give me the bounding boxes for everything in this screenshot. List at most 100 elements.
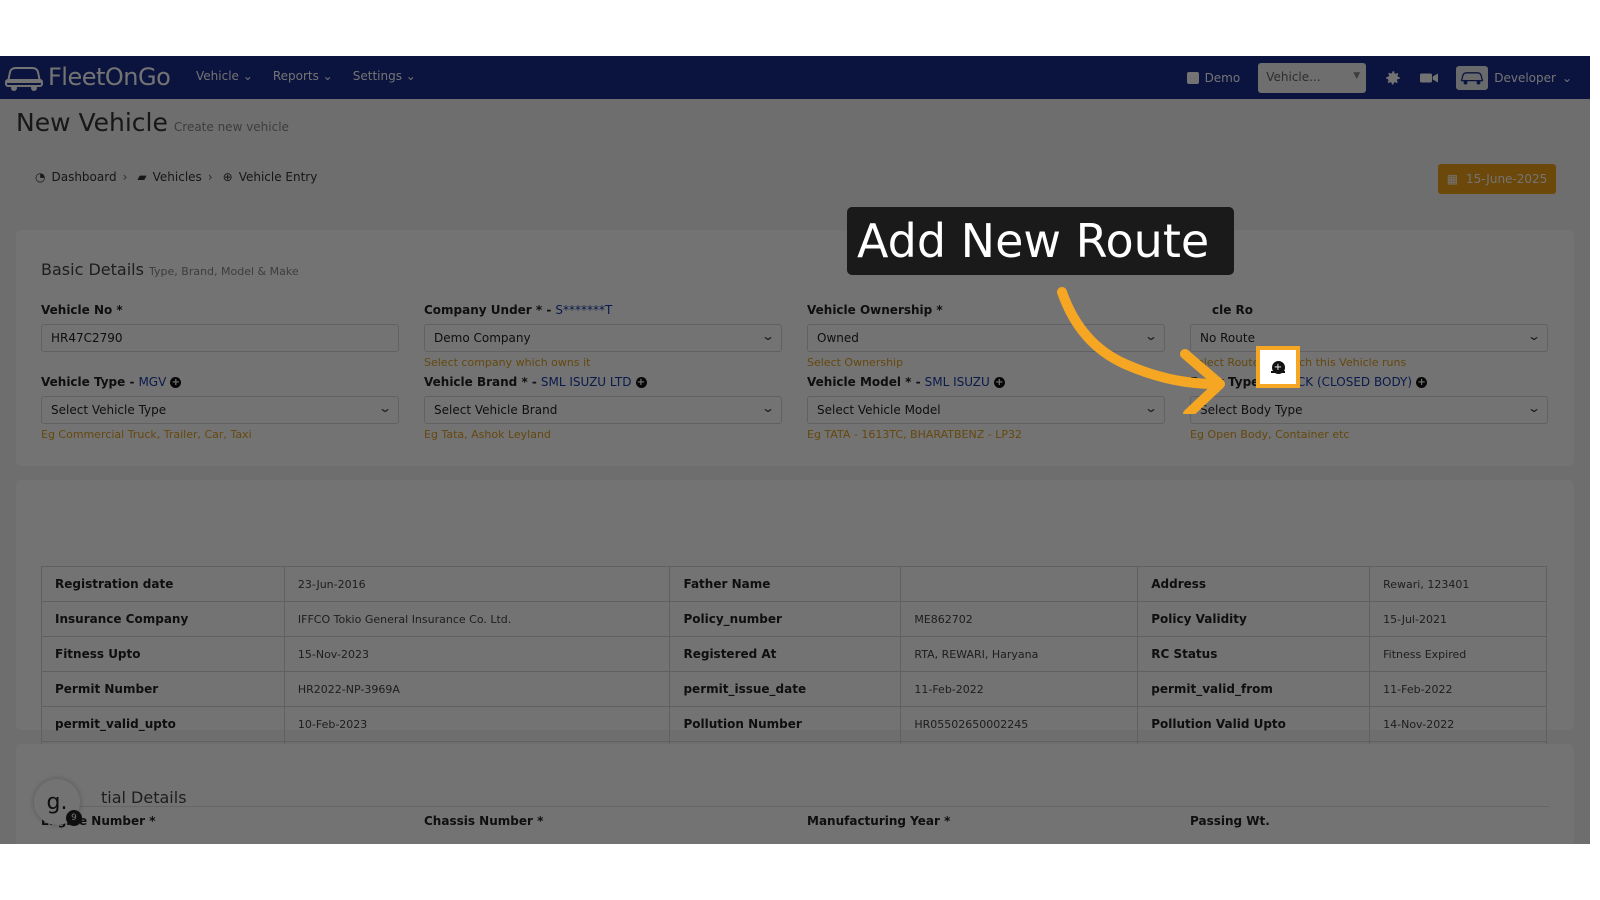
table-value-cell: 15-Nov-2023	[283, 636, 671, 672]
page-title: New Vehicle Create new vehicle	[16, 108, 289, 137]
route-value: No Route	[1200, 331, 1255, 345]
add-vehicle-type-icon[interactable]: +	[170, 376, 182, 388]
table-value-cell: 11-Feb-2022	[1369, 671, 1547, 707]
chevron-down-icon: ⌄	[377, 401, 393, 415]
body-type-hint: Eg Open Body, Container etc	[1190, 428, 1350, 441]
breadcrumb-dashboard[interactable]: Dashboard	[51, 170, 116, 184]
passing-weight-label: Passing Wt.	[1190, 814, 1270, 828]
menu-vehicle[interactable]: Vehicle ⌄	[196, 69, 253, 83]
brand-name: FleetOnGo	[48, 63, 171, 91]
demo-toggle[interactable]: Demo	[1186, 71, 1240, 85]
chevron-down-icon: ⌄	[1143, 401, 1159, 415]
registration-info-card: Registration date 23-Jun-2016 Father Name A…	[16, 480, 1574, 777]
table-key-cell: permit_valid_upto	[41, 706, 285, 742]
table-key-cell: Registered At	[669, 636, 902, 672]
table-value-cell: Fitness Expired	[1369, 636, 1547, 672]
truck-avatar-icon	[1460, 72, 1484, 85]
company-label: Company Under * -	[424, 303, 552, 317]
table-value-cell: Rewari, 123401	[1369, 566, 1547, 602]
vehicle-select-value: Vehicle...	[1266, 70, 1321, 84]
table-key-cell: Policy_number	[669, 601, 902, 637]
table-key-cell: Registration date	[41, 566, 285, 602]
table-value-cell	[900, 566, 1139, 602]
table-key-cell: permit_valid_from	[1137, 671, 1371, 707]
company-field: Company Under * - S*******T Demo Company…	[424, 302, 782, 369]
guide-widget-logo: g.	[46, 789, 68, 815]
vehicle-no-value: HR47C2790	[51, 331, 123, 345]
breadcrumb-vehicles[interactable]: Vehicles	[153, 170, 202, 184]
table-value-cell: ME862702	[900, 601, 1139, 637]
table-row: Registration date 23-Jun-2016 Father Name A…	[41, 566, 1547, 602]
company-select[interactable]: Demo Company ⌄	[424, 324, 782, 352]
vehicle-type-value: Select Vehicle Type	[51, 403, 167, 417]
table-key-cell: permit_issue_date	[669, 671, 902, 707]
vehicle-type-select[interactable]: Select Vehicle Type ⌄	[41, 396, 399, 424]
menu-settings-label: Settings	[352, 69, 402, 83]
page-subtitle: Create new vehicle	[173, 120, 289, 134]
route-field: cle Ro No Route ⌄ Select Route on which t…	[1190, 302, 1548, 369]
menu-vehicle-label: Vehicle	[196, 69, 239, 83]
route-hint: Select Route on which this Vehicle runs	[1190, 356, 1407, 369]
add-body-type-icon[interactable]: +	[1416, 376, 1428, 388]
table-key-cell: Address	[1137, 566, 1371, 602]
section-title: Basic Details Type, Brand, Model & Make	[41, 260, 299, 279]
chevron-down-icon: ⌄	[760, 401, 776, 415]
ownership-label: Vehicle Ownership *	[807, 303, 943, 317]
company-hint: Select company which owns it	[424, 356, 591, 369]
brand-value: Select Vehicle Brand	[434, 403, 558, 417]
menu-reports-label: Reports	[272, 69, 319, 83]
top-navbar: FleetOnGo Vehicle ⌄ Reports ⌄ Settings ⌄…	[0, 56, 1590, 99]
menu-reports[interactable]: Reports ⌄	[273, 69, 333, 83]
plus-circle-icon: ⊕	[222, 170, 233, 184]
breadcrumb: ◔ Dashboard › ▰ Vehicles › ⊕ Vehicle Ent…	[35, 170, 317, 184]
table-key-cell: Policy Validity	[1137, 601, 1371, 637]
gear-icon[interactable]	[1384, 69, 1402, 87]
user-menu[interactable]: Developer ⌄	[1456, 66, 1572, 90]
video-camera-icon[interactable]	[1420, 71, 1439, 85]
add-brand-icon[interactable]: +	[635, 376, 647, 388]
chevron-down-icon: ⌄	[760, 329, 776, 343]
brand-logo[interactable]: FleetOnGo	[4, 62, 171, 92]
date-picker-button[interactable]: ▦ 15-June-2025	[1438, 164, 1556, 194]
app-frame: FleetOnGo Vehicle ⌄ Reports ⌄ Settings ⌄…	[0, 56, 1590, 844]
underline-mark	[1271, 371, 1285, 373]
menu-settings[interactable]: Settings ⌄	[353, 69, 416, 83]
brand-select[interactable]: Select Vehicle Brand ⌄	[424, 396, 782, 424]
demo-checkbox[interactable]	[1186, 72, 1199, 84]
table-value-cell: 15-Jul-2021	[1369, 601, 1547, 637]
add-route-button[interactable]: +	[1256, 346, 1300, 388]
model-label: Vehicle Model * -	[807, 375, 921, 389]
basic-details-card: Basic Details Type, Brand, Model & Make …	[16, 230, 1574, 466]
essential-details-card: tial Details Engine Number * Chassis Num…	[16, 744, 1574, 844]
vehicle-type-label: Vehicle Type -	[41, 375, 135, 389]
dashboard-icon: ◔	[35, 170, 46, 184]
vehicle-no-input[interactable]: HR47C2790	[41, 324, 399, 352]
table-row: Fitness Upto 15-Nov-2023 Registered At RTA,…	[41, 636, 1547, 672]
body-type-select[interactable]: Select Body Type ⌄	[1190, 396, 1548, 424]
table-row: Insurance Company IFFCO Tokio General Ins…	[41, 601, 1547, 637]
manufacturing-year-label: Manufacturing Year *	[807, 814, 951, 828]
section-title-text: tial Details	[101, 788, 187, 807]
route-select[interactable]: No Route ⌄	[1190, 324, 1548, 352]
model-current: SML ISUZU	[924, 375, 990, 389]
brand-label: Vehicle Brand * -	[424, 375, 537, 389]
guide-widget-badge: 9	[66, 810, 82, 826]
caret-down-icon: ▼	[1353, 71, 1361, 81]
table-value-cell: 10-Feb-2023	[283, 706, 671, 742]
vehicle-quick-select[interactable]: Vehicle... ▼	[1258, 63, 1367, 93]
brand-hint: Eg Tata, Ashok Leyland	[424, 428, 551, 441]
breadcrumb-separator: ›	[207, 170, 213, 184]
chassis-number-label: Chassis Number *	[424, 814, 544, 828]
model-select[interactable]: Select Vehicle Model ⌄	[807, 396, 1165, 424]
chevron-down-icon: ⌄	[1561, 71, 1572, 85]
add-model-icon[interactable]: +	[993, 376, 1005, 388]
user-name: Developer	[1494, 71, 1556, 85]
ownership-select[interactable]: Owned ⌄	[807, 324, 1165, 352]
model-hint: Eg TATA - 1613TC, BHARATBENZ - LP32	[807, 428, 1022, 441]
table-value-cell: 23-Jun-2016	[283, 566, 671, 602]
truck-icon: ▰	[137, 170, 147, 184]
table-row: Permit Number HR2022-NP-3969A permit_issue…	[41, 671, 1547, 707]
truck-logo-icon	[5, 67, 43, 91]
company-value: Demo Company	[434, 331, 531, 345]
divider	[41, 806, 1549, 807]
